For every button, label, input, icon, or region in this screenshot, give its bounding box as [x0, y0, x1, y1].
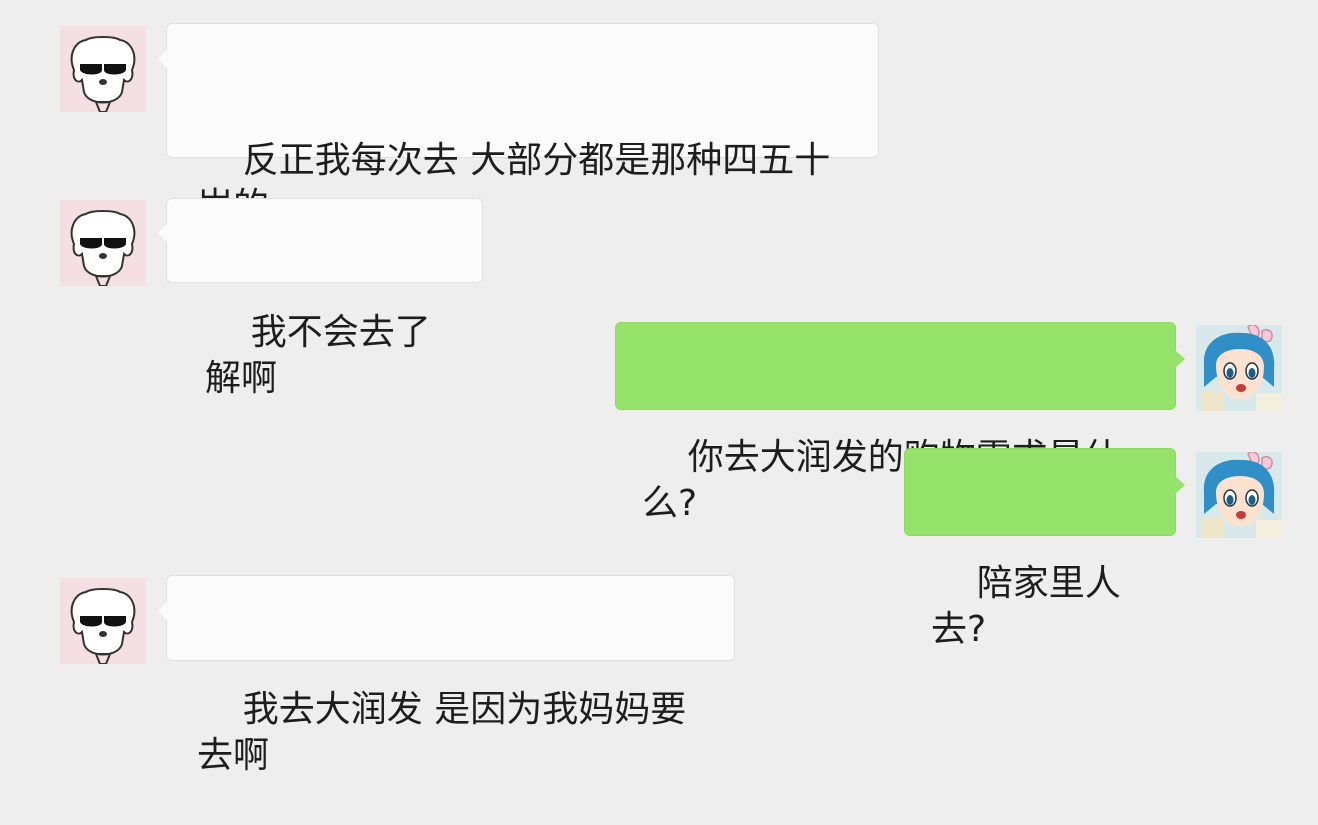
- dog-avatar[interactable]: [60, 200, 146, 286]
- dog-sunglasses-icon: [60, 200, 146, 286]
- message-bubble[interactable]: 你去大润发的购物需求是什么?: [615, 322, 1185, 524]
- message-bubble[interactable]: 陪家里人去?: [904, 448, 1185, 650]
- message-text: 我不会去了解啊: [205, 312, 431, 399]
- dog-sunglasses-icon: [60, 26, 146, 112]
- dog-avatar[interactable]: [60, 578, 146, 664]
- bubble-tail: [1175, 476, 1185, 494]
- bubble-tail: [158, 50, 167, 68]
- bubble-tail: [158, 602, 167, 620]
- dog-avatar[interactable]: [60, 26, 146, 112]
- bubble-tail: [1175, 350, 1185, 368]
- message-bubble[interactable]: 我不会去了解啊: [158, 198, 483, 399]
- anime-girl-icon: [1196, 325, 1282, 411]
- message-bubble[interactable]: 反正我每次去 大部分都是那种四五十岁的 在排队买单: [158, 23, 879, 273]
- chat-thread: 反正我每次去 大部分都是那种四五十岁的 在排队买单 我不会去了解啊 你去大润发的…: [0, 0, 1318, 776]
- message-text: 陪家里人去?: [931, 563, 1121, 650]
- dog-sunglasses-icon: [60, 578, 146, 664]
- girl-avatar[interactable]: [1196, 452, 1282, 538]
- anime-girl-icon: [1196, 452, 1282, 538]
- message-text: 我去大润发 是因为我妈妈要去啊: [197, 689, 687, 776]
- message-bubble[interactable]: 我去大润发 是因为我妈妈要去啊: [158, 575, 735, 776]
- girl-avatar[interactable]: [1196, 325, 1282, 411]
- bubble-tail: [158, 224, 167, 242]
